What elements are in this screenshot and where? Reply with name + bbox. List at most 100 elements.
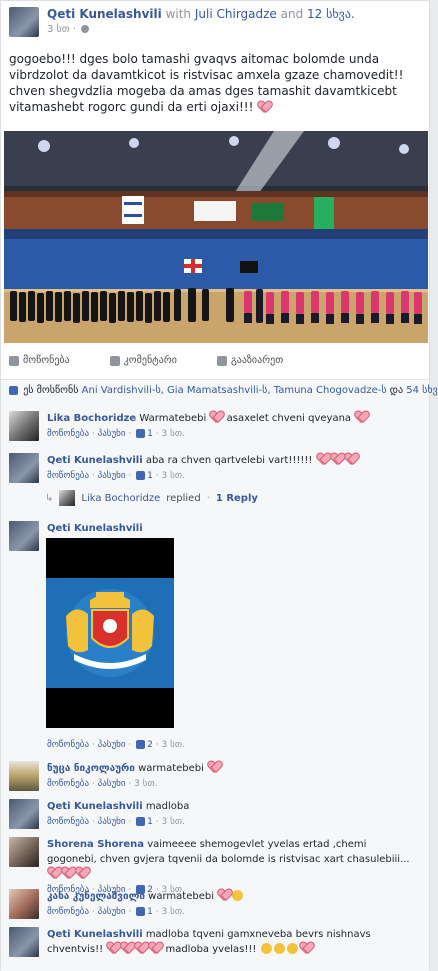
- comment-reply-link[interactable]: პასუხი: [98, 740, 126, 750]
- heart-icon: [300, 942, 312, 953]
- post-header: Qeti Kunelashvili with Juli Chirgadze an…: [9, 7, 355, 37]
- comment-reply-link[interactable]: პასუხი: [98, 471, 126, 481]
- sep: ·: [91, 429, 95, 439]
- comment-meta-row: მოწონება · პასუხი · 2 · 3 სთ.: [47, 737, 417, 753]
- comment-text-2: asaxelet chveni qveyana: [226, 413, 352, 424]
- commenter-avatar[interactable]: [9, 521, 39, 551]
- sep: ·: [128, 429, 132, 439]
- author-name[interactable]: Qeti Kunelashvili: [47, 7, 162, 21]
- comments-section: Lika Bochoridze Warmatebebi asaxelet chv…: [1, 401, 429, 971]
- commenter-avatar[interactable]: [9, 927, 39, 957]
- comment-like-count[interactable]: 1: [147, 907, 153, 917]
- share-action[interactable]: გააზიარეთ: [216, 355, 284, 366]
- share-label: გააზიარეთ: [230, 355, 284, 366]
- sep: ·: [91, 817, 95, 827]
- heart-icon: [149, 942, 161, 953]
- replier-avatar: [59, 490, 76, 506]
- tagged-others[interactable]: 12 სხვა.: [307, 7, 355, 21]
- comment: ნუცა ნიკოლაური warmatebebi მოწონება · პა…: [9, 761, 417, 792]
- comment-like-count[interactable]: 2: [147, 740, 153, 750]
- reply-count-link[interactable]: 1 Reply: [216, 493, 258, 504]
- comment-time[interactable]: 3 სთ.: [162, 471, 185, 481]
- with-word: with: [165, 7, 192, 21]
- sep: ·: [91, 740, 95, 750]
- heart-icon: [210, 411, 222, 422]
- heart-icon: [135, 942, 147, 953]
- commenter-avatar[interactable]: [9, 799, 39, 829]
- heart-icon: [48, 867, 60, 878]
- commenter-avatar[interactable]: [9, 837, 39, 867]
- post-photo[interactable]: [4, 131, 428, 343]
- comment-like-link[interactable]: მოწონება: [47, 429, 89, 439]
- comment-like-link[interactable]: მოწონება: [47, 471, 89, 481]
- comment-like-link[interactable]: მოწონება: [47, 740, 89, 750]
- like-action[interactable]: მოწონება: [9, 355, 70, 366]
- post-card: Qeti Kunelashvili with Juli Chirgadze an…: [0, 0, 438, 971]
- commenter-name[interactable]: Shorena Shorena: [47, 839, 144, 850]
- sep: ·: [155, 429, 159, 439]
- commenter-name[interactable]: Qeti Kunelashvili: [47, 523, 143, 534]
- commenter-avatar[interactable]: [9, 411, 39, 441]
- sep: ·: [91, 471, 95, 481]
- comment-like-link[interactable]: მოწონება: [47, 907, 89, 917]
- post-actions: მოწონება კომენტარი გააზიარეთ: [9, 355, 283, 366]
- commenter-avatar[interactable]: [9, 761, 39, 791]
- comment-text: madloba: [145, 801, 190, 812]
- comment-reply-link[interactable]: პასუხი: [98, 817, 126, 827]
- commenter-name[interactable]: Qeti Kunelashvili: [47, 801, 143, 812]
- comment-text-2: madloba yvelas!!!: [165, 944, 257, 955]
- comment-reply-link[interactable]: პასუხი: [98, 779, 126, 789]
- thumbs-up-icon: [136, 471, 146, 480]
- comment-time[interactable]: 3 სთ.: [162, 907, 185, 917]
- globe-icon: [81, 25, 90, 33]
- heart-icon: [107, 942, 119, 953]
- comment-reply-link[interactable]: პასუხი: [98, 907, 126, 917]
- comment-reply-link[interactable]: პასუხი: [98, 429, 126, 439]
- sep: ·: [155, 740, 159, 750]
- commenter-name[interactable]: Qeti Kunelashvili: [47, 929, 143, 940]
- sep: ·: [128, 779, 132, 789]
- comment-like-count[interactable]: 1: [147, 429, 153, 439]
- comment-time[interactable]: 3 სთ.: [134, 779, 157, 789]
- post-time[interactable]: 3 სთ ·: [47, 24, 76, 35]
- comment-time[interactable]: 3 სთ.: [162, 429, 185, 439]
- post-text-content: gogoebo!!! dges bolo tamashi gvaqvs aito…: [9, 52, 404, 114]
- likes-summary: ეს მოსწონს Ani Vardishvili-ს, Gia Mamats…: [1, 379, 438, 401]
- likers-names[interactable]: Ani Vardishvili-ს, Gia Mamatsashvili-ს, …: [82, 385, 387, 396]
- comment: Lika Bochoridze Warmatebebi asaxelet chv…: [9, 411, 417, 442]
- thumbs-up-icon: [136, 740, 146, 749]
- sep: ·: [128, 740, 132, 750]
- reply-row[interactable]: ↳ Lika Bochoridze replied · 1 Reply: [45, 490, 258, 506]
- commenter-avatar[interactable]: [9, 453, 39, 483]
- comment-text: Warmatebebi: [139, 413, 207, 424]
- commenter-name[interactable]: ნუცა ნიკოლაური: [47, 763, 135, 774]
- commenter-avatar[interactable]: [9, 889, 39, 919]
- likers-others[interactable]: 54 სხვას.: [406, 385, 438, 396]
- commenter-name[interactable]: Qeti Kunelashvili: [47, 455, 143, 466]
- replier-name[interactable]: Lika Bochoridze: [81, 493, 160, 504]
- post-text: gogoebo!!! dges bolo tamashi gvaqvs aito…: [9, 51, 421, 115]
- comment-like-count[interactable]: 1: [147, 471, 153, 481]
- commenter-name[interactable]: Lika Bochoridze: [47, 413, 136, 424]
- heart-icon: [62, 867, 74, 878]
- heart-icon: [345, 453, 357, 464]
- sep: ·: [91, 907, 95, 917]
- author-avatar[interactable]: [9, 7, 39, 37]
- comment-icon: [109, 355, 120, 366]
- comment-action[interactable]: კომენტარი: [109, 355, 177, 366]
- comment-like-link[interactable]: მოწონება: [47, 817, 89, 827]
- kiss-emoji-icon: [260, 943, 272, 954]
- comment-like-count[interactable]: 1: [147, 817, 153, 827]
- comment-time[interactable]: 3 სთ.: [162, 740, 185, 750]
- comment-image-coat-of-arms[interactable]: [46, 538, 174, 728]
- thumbs-up-icon: [136, 907, 146, 916]
- thumbs-up-icon: [136, 429, 146, 438]
- comment: Qeti Kunelashvili madloba tqveni gamxnev…: [9, 927, 417, 957]
- tagged-friend[interactable]: Juli Chirgadze: [195, 7, 277, 21]
- heart-icon: [218, 889, 230, 900]
- sep: ·: [91, 779, 95, 789]
- commenter-name[interactable]: კახა კუნელაშვილი: [47, 891, 145, 902]
- comment-label: კომენტარი: [123, 355, 177, 366]
- comment-like-link[interactable]: მოწონება: [47, 779, 89, 789]
- comment-time[interactable]: 3 სთ.: [162, 817, 185, 827]
